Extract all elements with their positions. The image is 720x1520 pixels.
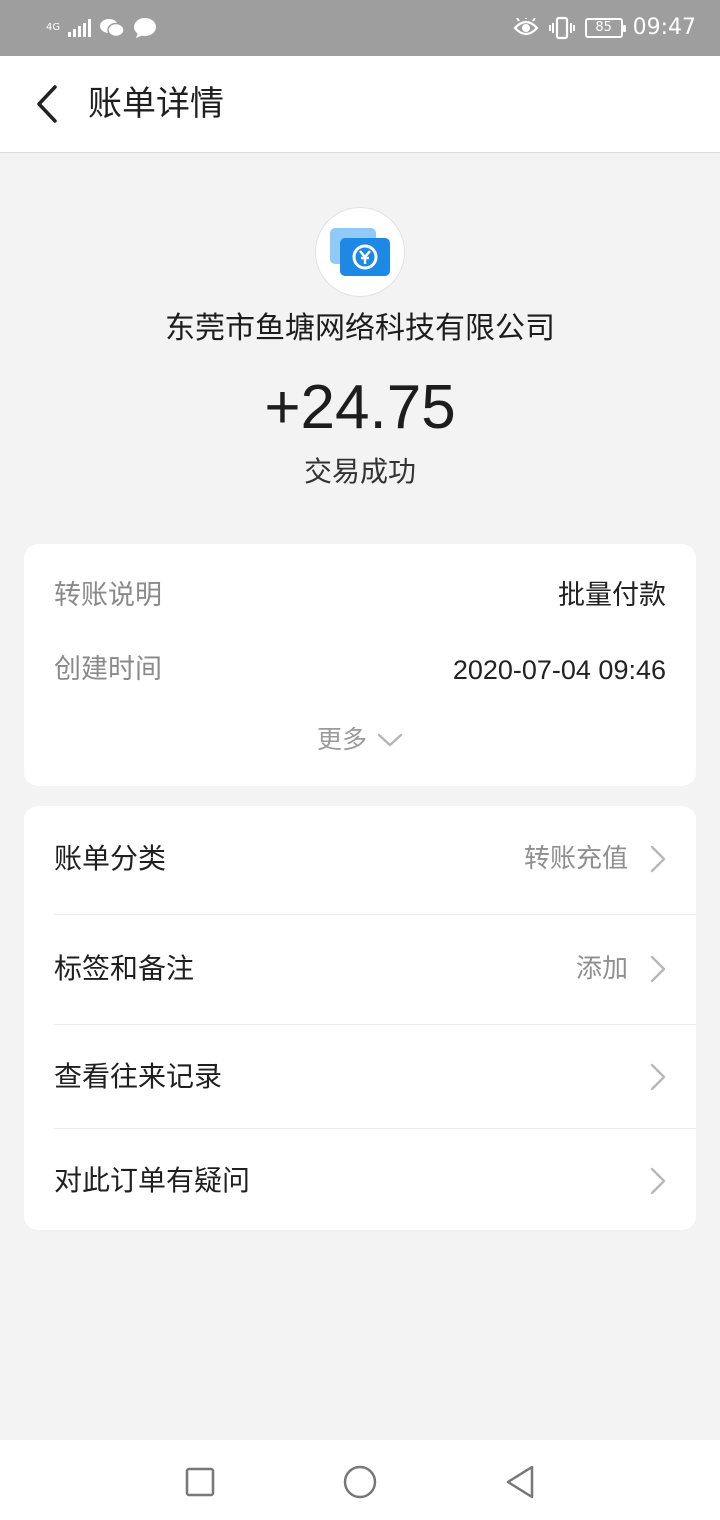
- chevron-right-icon: [650, 845, 666, 873]
- menu-item-label: 查看往来记录: [54, 1060, 223, 1093]
- circle-icon: [343, 1465, 377, 1499]
- detail-label: 转账说明: [54, 580, 162, 611]
- clock: 09:47: [632, 15, 696, 40]
- menu-item-transaction-history[interactable]: 查看往来记录: [24, 1024, 696, 1130]
- chevron-right-icon: [650, 1063, 666, 1091]
- battery-icon: 85: [584, 18, 626, 38]
- triangle-back-icon: [506, 1465, 534, 1499]
- more-label: 更多: [316, 725, 367, 754]
- transaction-amount: +24.75: [264, 373, 456, 442]
- battery-level: 85: [595, 20, 612, 35]
- detail-value: 批量付款: [558, 580, 666, 611]
- nav-header: 账单详情: [0, 56, 720, 153]
- chevron-down-icon: [377, 733, 403, 747]
- detail-row-description: 转账说明 批量付款: [54, 574, 666, 618]
- bill-actions-card: 账单分类 转账充值 标签和备注 添加 查看往来记录 对此订单有疑问: [24, 806, 696, 1230]
- detail-row-created-time: 创建时间 2020-07-04 09:46: [54, 648, 666, 692]
- detail-value: 2020-07-04 09:46: [452, 655, 666, 685]
- transaction-details-card: 转账说明 批量付款 创建时间 2020-07-04 09:46 更多: [24, 544, 696, 786]
- home-button[interactable]: [338, 1460, 382, 1504]
- system-navigation-bar: [0, 1440, 720, 1520]
- wechat-icon: [100, 19, 125, 38]
- more-details-toggle[interactable]: 更多: [24, 720, 696, 760]
- menu-item-label: 对此订单有疑问: [54, 1164, 251, 1197]
- menu-item-value: 转账充值: [523, 844, 628, 874]
- menu-item-bill-category[interactable]: 账单分类 转账充值: [24, 806, 696, 912]
- merchant-logo: [315, 207, 405, 297]
- chevron-left-icon: [37, 85, 57, 123]
- menu-item-label: 标签和备注: [54, 952, 195, 985]
- menu-item-value: 添加: [575, 954, 628, 984]
- status-bar-right: 85 09:47: [513, 14, 696, 42]
- merchant-name: 东莞市鱼塘网络科技有限公司: [165, 311, 555, 346]
- status-bar: 4G 85 09:47: [0, 0, 720, 56]
- vibrate-icon: [548, 16, 575, 40]
- transaction-status: 交易成功: [303, 455, 416, 488]
- status-bar-left: 4G: [46, 14, 157, 42]
- menu-item-label: 账单分类: [54, 842, 167, 875]
- message-icon: [134, 18, 157, 38]
- page-title: 账单详情: [88, 84, 224, 124]
- chevron-right-icon: [650, 1167, 666, 1195]
- eye-comfort-icon: [513, 18, 539, 36]
- signal-icon: [68, 19, 92, 37]
- divider: [54, 914, 696, 915]
- detail-label: 创建时间: [54, 654, 162, 685]
- system-back-button[interactable]: [498, 1460, 542, 1504]
- square-icon: [185, 1467, 215, 1497]
- menu-item-tags-notes[interactable]: 标签和备注 添加: [24, 916, 696, 1022]
- menu-item-order-question[interactable]: 对此订单有疑问: [24, 1128, 696, 1234]
- recent-apps-button[interactable]: [178, 1460, 222, 1504]
- back-button[interactable]: [22, 78, 74, 130]
- transfer-recharge-icon: [330, 228, 390, 276]
- network-type-label: 4G: [46, 22, 61, 33]
- chevron-right-icon: [650, 955, 666, 983]
